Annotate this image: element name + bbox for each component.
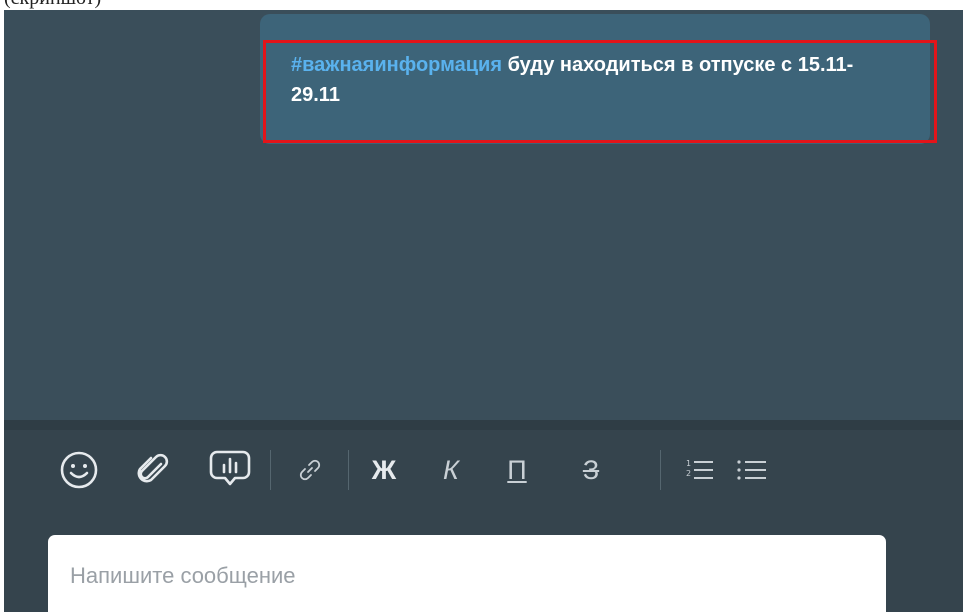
underline-label: П	[507, 454, 527, 485]
strikethrough-button[interactable]: З	[574, 446, 608, 494]
toolbar-divider	[660, 450, 661, 490]
message-input[interactable]: Напишите сообщение	[48, 535, 886, 612]
svg-text:1: 1	[686, 459, 691, 468]
poll-button[interactable]	[204, 446, 256, 494]
bold-button[interactable]: Ж	[366, 446, 402, 494]
formatting-toolbar: Ж К П З 1 2	[4, 440, 963, 500]
svg-text:2: 2	[686, 469, 691, 478]
bullet-list-button[interactable]	[734, 446, 770, 494]
highlight-box	[263, 40, 937, 143]
underline-button[interactable]: П	[500, 446, 534, 494]
emoji-button[interactable]	[56, 446, 102, 494]
paperclip-icon	[137, 453, 169, 483]
top-caption: (скриншот)	[4, 0, 101, 10]
poll-icon	[209, 450, 251, 486]
composer-separator	[4, 420, 963, 430]
bullet-list-icon	[737, 460, 766, 480]
toolbar-divider	[270, 450, 271, 490]
strikethrough-label: З	[582, 454, 600, 485]
composer: Ж К П З 1 2 Напишите сообщение	[4, 420, 963, 612]
top-strip: (скриншот)	[0, 0, 963, 10]
toolbar-divider	[348, 450, 349, 490]
link-button[interactable]	[292, 446, 328, 494]
numbered-list-button[interactable]: 1 2	[682, 446, 718, 494]
numbered-list-icon: 1 2	[686, 459, 713, 479]
link-icon	[299, 459, 321, 481]
italic-button[interactable]: К	[434, 446, 468, 494]
italic-label: К	[443, 454, 459, 485]
emoji-icon	[60, 451, 98, 489]
bold-label: Ж	[371, 454, 397, 485]
message-input-placeholder: Напишите сообщение	[70, 563, 296, 588]
attach-button[interactable]	[130, 446, 176, 494]
